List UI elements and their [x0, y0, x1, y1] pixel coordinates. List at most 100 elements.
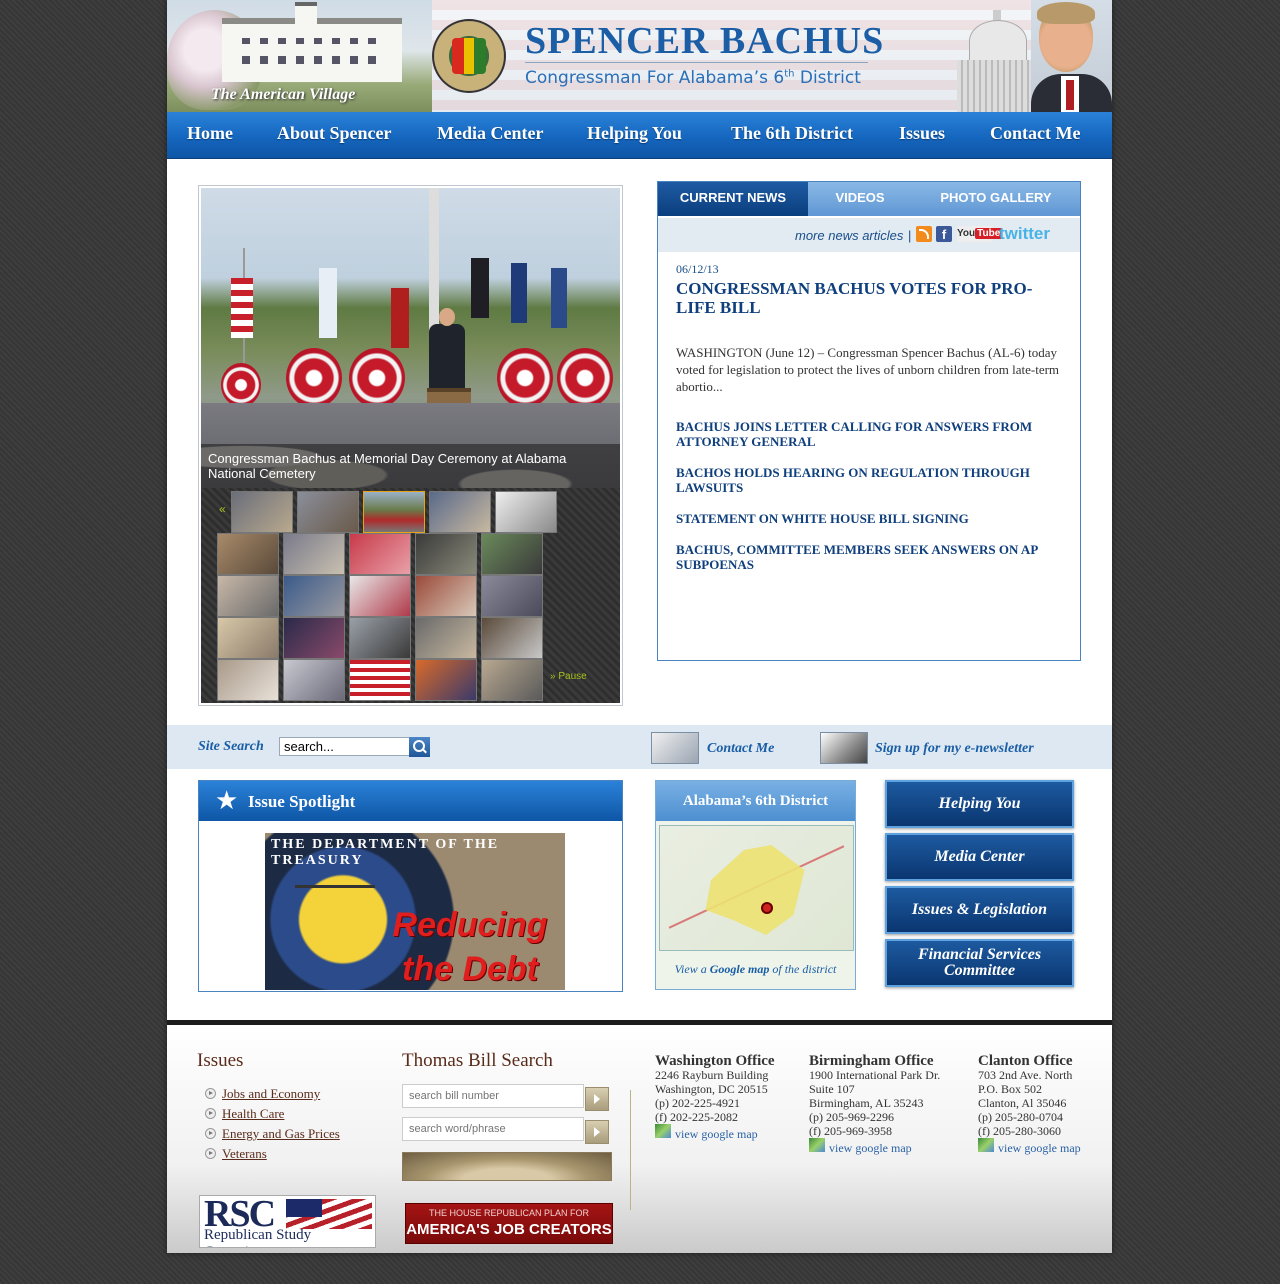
nav-helping-you[interactable]: Helping You	[587, 112, 682, 158]
youtube-icon[interactable]: You Tube	[957, 226, 1003, 242]
thumbnail[interactable]	[217, 575, 279, 617]
youtube-you: You	[957, 228, 976, 239]
bill-number-input[interactable]	[402, 1084, 584, 1108]
thumbnail[interactable]	[481, 575, 543, 617]
nav-home[interactable]: Home	[187, 112, 233, 158]
capitol-dome	[969, 20, 1027, 62]
bill-number-go-button[interactable]	[585, 1087, 609, 1111]
more-news-link[interactable]: more news articles	[795, 228, 903, 243]
news-link[interactable]: BACHOS HOLDS HEARING ON REGULATION THROU…	[676, 465, 1066, 495]
office-line: (f) 205-280-3060	[978, 1124, 1061, 1138]
site-search-input[interactable]	[279, 737, 411, 756]
thumbnail[interactable]	[481, 533, 543, 575]
slide-caption-bar: Congressman Bachus at Memorial Day Cerem…	[201, 444, 620, 488]
helping-you-button[interactable]: Helping You	[885, 780, 1074, 828]
thumbnail-active[interactable]	[363, 491, 425, 533]
media-center-button[interactable]: Media Center	[885, 833, 1074, 881]
thumbnail[interactable]	[349, 659, 411, 701]
news-link[interactable]: STATEMENT ON WHITE HOUSE BILL SIGNING	[676, 511, 1066, 526]
district-link-pre: View a	[674, 962, 710, 976]
word-phrase-go-button[interactable]	[585, 1120, 609, 1144]
tab-photo-gallery[interactable]: PHOTO GALLERY	[912, 182, 1080, 216]
office-line: (f) 202-225-2082	[655, 1110, 738, 1124]
thumbnail[interactable]	[415, 617, 477, 659]
nav-contact-me[interactable]: Contact Me	[990, 112, 1080, 158]
capitol-icon	[957, 10, 1037, 112]
district-map[interactable]	[659, 825, 854, 951]
village-caption: The American Village	[211, 86, 356, 103]
tab-videos[interactable]: VIDEOS	[808, 182, 912, 216]
issue-link-health[interactable]: Health Care	[222, 1106, 284, 1122]
word-phrase-input[interactable]	[402, 1117, 584, 1141]
spotlight-image[interactable]: THE DEPARTMENT OF THE TREASURY Reducing …	[265, 833, 565, 990]
thumbnail[interactable]	[415, 575, 477, 617]
issues-legislation-button[interactable]: Issues & Legislation	[885, 886, 1074, 934]
thumbs-prev-button[interactable]: «	[219, 502, 226, 516]
thumbnail[interactable]	[217, 659, 279, 701]
thumbnail[interactable]	[349, 575, 411, 617]
congressman-portrait	[1031, 0, 1112, 112]
thumbnail[interactable]	[481, 659, 543, 701]
thumbnail[interactable]	[283, 533, 345, 575]
thumbnail[interactable]	[349, 617, 411, 659]
issue-link-jobs[interactable]: Jobs and Economy	[222, 1086, 320, 1102]
office-line: (p) 202-225-4921	[655, 1096, 740, 1110]
thumbnail[interactable]	[297, 491, 359, 533]
birmingham-map-link[interactable]: view google map	[829, 1141, 912, 1156]
washington-map-link[interactable]: view google map	[675, 1127, 758, 1142]
tab-current-news[interactable]: CURRENT NEWS	[658, 182, 808, 216]
red-flag	[391, 288, 409, 348]
rss-icon[interactable]	[916, 226, 932, 242]
pause-button[interactable]: » Pause	[550, 671, 587, 682]
thumbnail[interactable]	[283, 659, 345, 701]
news-headline[interactable]: CONGRESSMAN BACHUS VOTES FOR PRO-LIFE BI…	[676, 279, 1056, 317]
wreath	[497, 348, 553, 408]
office-line: P.O. Box 502	[978, 1082, 1043, 1096]
map-pin-icon	[763, 904, 771, 912]
slide-image[interactable]: Congressman Bachus at Memorial Day Cerem…	[201, 188, 620, 488]
district-header: Alabama’s 6th District	[656, 781, 855, 821]
thumbnail[interactable]	[217, 617, 279, 659]
rsc-logo[interactable]: RSC Republican Study Committee	[199, 1195, 376, 1248]
issue-spotlight: ★ Issue Spotlight THE DEPARTMENT OF THE …	[198, 780, 623, 992]
contact-me-link[interactable]: Contact Me	[707, 741, 774, 757]
nav-issues[interactable]: Issues	[899, 112, 945, 158]
financial-services-button[interactable]: Financial Services Committee	[885, 939, 1074, 987]
district-title: Alabama’s 6th District	[682, 793, 829, 809]
nav-media-center[interactable]: Media Center	[437, 112, 543, 158]
wreath	[286, 348, 342, 408]
keyboard-icon[interactable]	[651, 732, 699, 764]
page: The American Village SPENCER BACHUS Cong…	[167, 0, 1112, 1253]
newspaper-icon[interactable]	[820, 732, 868, 764]
twitter-icon[interactable]: twitter	[999, 225, 1067, 242]
thumbnail[interactable]	[283, 617, 345, 659]
issue-link-veterans[interactable]: Veterans	[222, 1146, 267, 1162]
seal-shield	[452, 38, 486, 74]
nav-about-spencer[interactable]: About Spencer	[277, 112, 392, 158]
thumbnail[interactable]	[495, 491, 557, 533]
clanton-map-link[interactable]: view google map	[998, 1141, 1081, 1156]
wreath	[557, 348, 613, 408]
office-line: (p) 205-969-2296	[809, 1110, 894, 1124]
job-creators-banner[interactable]: THE HOUSE REPUBLICAN PLAN FOR AMERICA'S …	[405, 1203, 613, 1244]
thumbnail[interactable]	[349, 533, 411, 575]
news-link[interactable]: BACHUS JOINS LETTER CALLING FOR ANSWERS …	[676, 419, 1066, 449]
thumbnail-grid: « » Pause	[201, 488, 620, 703]
thumbnail[interactable]	[481, 617, 543, 659]
search-icon[interactable]	[409, 737, 430, 757]
newsletter-signup-link[interactable]: Sign up for my e-newsletter	[875, 741, 1034, 757]
thumbnail[interactable]	[217, 533, 279, 575]
thumbnail[interactable]	[415, 533, 477, 575]
thumbnail[interactable]	[283, 575, 345, 617]
thumbnail[interactable]	[415, 659, 477, 701]
white-flag	[319, 268, 337, 338]
issue-link-energy[interactable]: Energy and Gas Prices	[222, 1126, 340, 1142]
thumbnail[interactable]	[231, 491, 293, 533]
site-title[interactable]: SPENCER BACHUS	[525, 18, 884, 64]
district-google-map-link[interactable]: View a Google map of the district	[656, 962, 855, 977]
nav-6th-district[interactable]: The 6th District	[731, 112, 853, 158]
thumbnail[interactable]	[429, 491, 491, 533]
news-tabs: CURRENT NEWS VIDEOS PHOTO GALLERY	[658, 182, 1080, 216]
facebook-icon[interactable]: f	[936, 226, 952, 242]
news-link[interactable]: BACHUS, COMMITTEE MEMBERS SEEK ANSWERS O…	[676, 542, 1066, 572]
